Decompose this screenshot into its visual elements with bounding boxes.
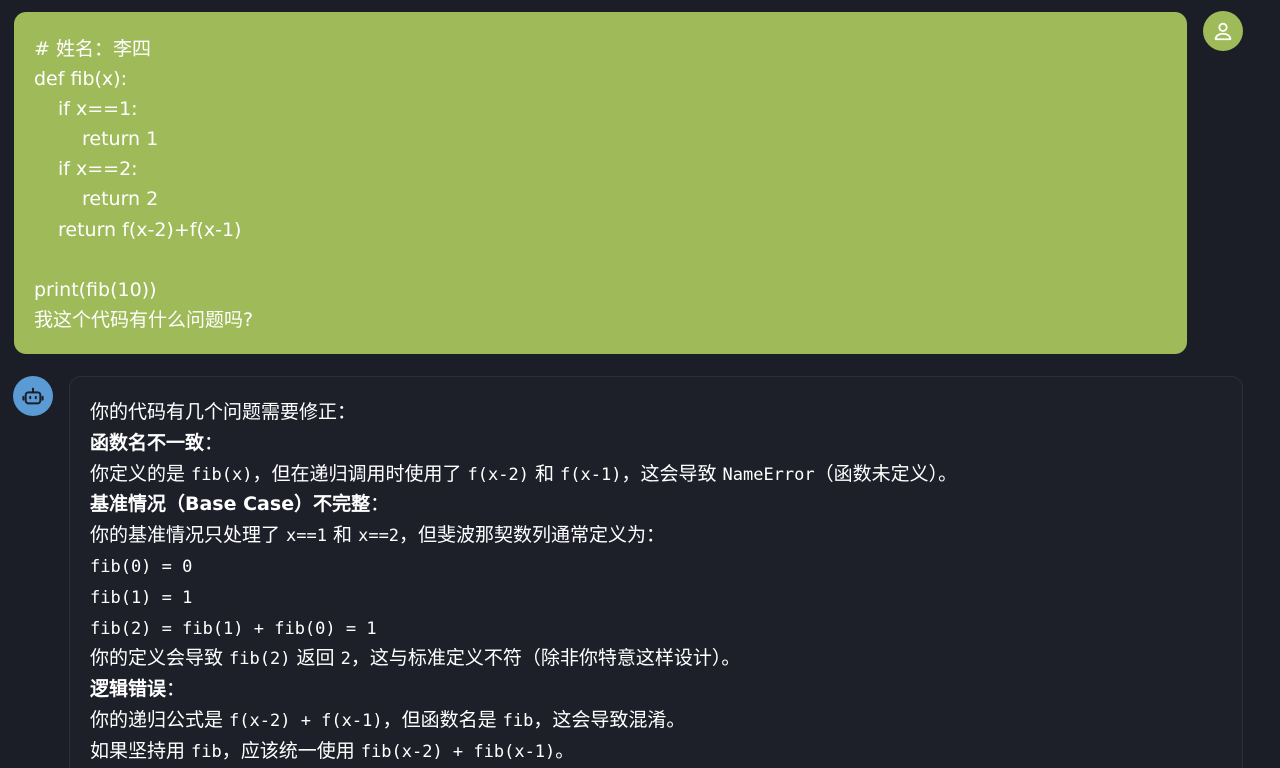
section-heading: 基准情况（Base Case）不完整： [90, 489, 1222, 520]
user-message-line: return f(x-2)+f(x-1) [58, 218, 242, 241]
assistant-text: ，这会导致混淆。 [533, 708, 686, 731]
user-message-line: # 姓名：李四 [34, 38, 151, 60]
section-colon: ： [166, 678, 186, 701]
inline-code: fib(x) [191, 464, 253, 485]
user-avatar[interactable] [1203, 11, 1243, 51]
section-title: 函数名不一致 [90, 431, 205, 454]
assistant-line: 你的递归公式是 f(x-2) + f(x-1)，但函数名是 fib，这会导致混淆… [90, 705, 1222, 736]
assistant-line: 你定义的是 fib(x)，但在递归调用时使用了 f(x-2) 和 f(x-1)，… [90, 459, 1222, 490]
assistant-text: 返回 [290, 647, 341, 670]
robot-icon [22, 387, 44, 405]
assistant-text: ，但斐波那契数列通常定义为： [399, 524, 666, 547]
section-title: 基准情况（Base Case）不完整 [90, 493, 371, 516]
inline-code: fib(x-2) + fib(x-1) [360, 741, 556, 762]
assistant-line: 如果坚持用 fib，应该统一使用 fib(x-2) + fib(x-1)。 [90, 736, 1222, 767]
inline-code: fib [191, 741, 222, 762]
assistant-text: 。 [555, 739, 575, 762]
user-message-line: return 2 [82, 188, 159, 211]
section-title: 逻辑错误 [90, 678, 167, 701]
user-message-bubble: # 姓名：李四 def fib(x): if x==1: return 1 if… [14, 12, 1187, 354]
inline-code: fib(1) = 1 [90, 587, 193, 608]
assistant-text: 你的代码有几个问题需要修正： [90, 401, 357, 423]
user-message-line: def fib(x): [34, 68, 127, 91]
section-heading: 函数名不一致： [90, 428, 1222, 459]
assistant-text: ，但函数名是 [382, 708, 503, 731]
inline-code: f(x-1) [560, 464, 622, 485]
section-colon: ： [204, 431, 224, 454]
inline-code: fib [502, 710, 534, 731]
assistant-text: 如果坚持用 [90, 739, 192, 762]
user-message-line: return 1 [82, 128, 159, 151]
user-message-line: if x==1: [58, 98, 138, 121]
inline-code: f(x-2) + f(x-1) [229, 710, 383, 731]
user-message-line: 我这个代码有什么问题吗? [34, 308, 254, 331]
assistant-text: （函数未定义）。 [814, 462, 958, 485]
inline-code: fib(2) = fib(1) + fib(0) = 1 [90, 618, 377, 639]
assistant-line: 你的基准情况只处理了 x==1 和 x==2，但斐波那契数列通常定义为： [90, 520, 1222, 551]
user-message-line: print(fib(10)) [34, 278, 157, 301]
section-colon: ： [370, 493, 390, 516]
code-line: fib(2) = fib(1) + fib(0) = 1 [90, 613, 1222, 644]
assistant-text: 你定义的是 [90, 462, 192, 485]
assistant-text: 和 [327, 524, 359, 547]
assistant-text: ，应该统一使用 [221, 739, 361, 762]
assistant-text: 你的基准情况只处理了 [90, 524, 287, 547]
inline-code: f(x-2) [467, 464, 529, 485]
bot-avatar[interactable] [13, 376, 53, 416]
inline-code: 2 [340, 649, 351, 670]
inline-code: NameError [722, 464, 815, 485]
user-message-line: if x==2: [58, 158, 138, 181]
assistant-text: ，这与标准定义不符（除非你特意这样设计）。 [350, 647, 741, 670]
assistant-text: ，这会导致 [621, 462, 723, 485]
chat-page: # 姓名：李四 def fib(x): if x==1: return 1 if… [0, 0, 1280, 768]
section-heading: 逻辑错误： [90, 674, 1222, 705]
assistant-line: 你的定义会导致 fib(2) 返回 2，这与标准定义不符（除非你特意这样设计）。 [90, 643, 1222, 674]
assistant-text: 和 [528, 462, 561, 485]
inline-code: fib(0) = 0 [90, 556, 193, 577]
assistant-text: 你的定义会导致 [90, 647, 230, 670]
inline-code: x==1 [286, 526, 327, 547]
code-line: fib(0) = 0 [90, 551, 1222, 582]
code-line: fib(1) = 1 [90, 582, 1222, 613]
assistant-message-bubble: 你的代码有几个问题需要修正： 函数名不一致： 你定义的是 fib(x)，但在递归… [69, 376, 1243, 768]
user-message-line [34, 245, 1167, 275]
assistant-text: ，但在递归调用时使用了 [252, 462, 468, 485]
user-icon [1214, 22, 1232, 41]
assistant-intro: 你的代码有几个问题需要修正： [90, 397, 1222, 428]
inline-code: x==2 [358, 526, 400, 547]
assistant-text: 你的递归公式是 [90, 708, 230, 731]
inline-code: fib(2) [229, 649, 291, 670]
